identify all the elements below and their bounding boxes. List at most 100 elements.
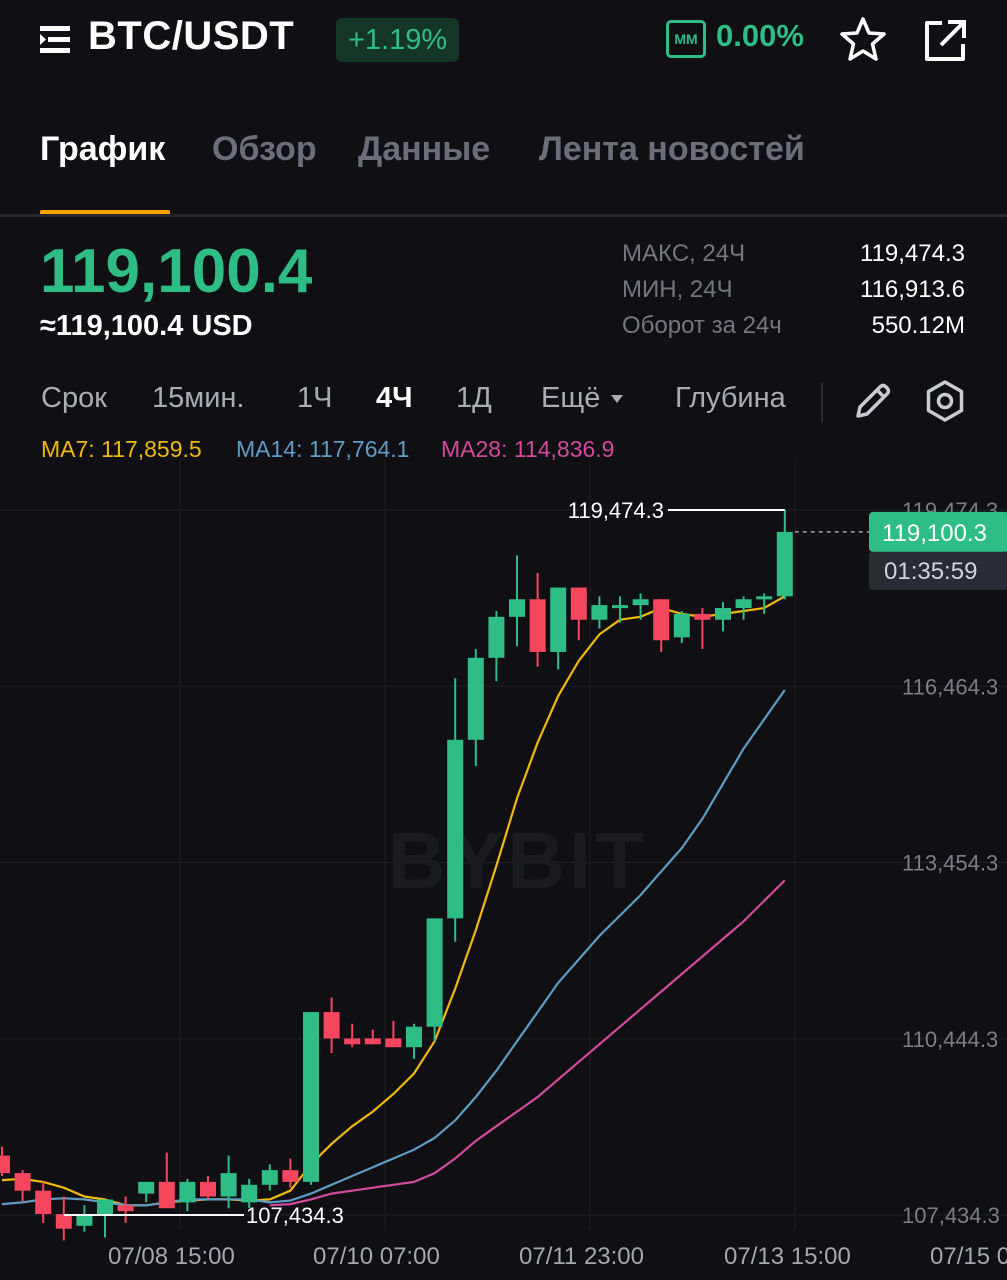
- candlestick-chart[interactable]: BYBIT 119,474.3107,434.3 119,474.3116,46…: [0, 460, 1007, 1280]
- low-annotation: 107,434.3: [246, 1203, 344, 1228]
- candle-body: [200, 1181, 216, 1197]
- candle-body: [117, 1205, 134, 1212]
- candle-body: [488, 616, 505, 658]
- y-tick-label: 116,464.3: [902, 674, 998, 699]
- ma7-legend: MA7: 117,859.5: [41, 436, 202, 462]
- candle-body: [509, 599, 525, 617]
- candle: [653, 599, 670, 652]
- candle-body: [467, 657, 484, 740]
- candle-body: [550, 587, 567, 652]
- candle-body: [715, 608, 731, 620]
- candle: [715, 602, 731, 632]
- candle: [776, 510, 793, 600]
- interval-more-label: Ещё: [541, 382, 601, 414]
- high-annotation: 119,474.3: [568, 498, 664, 523]
- x-tick-label: 07/11 23:00: [519, 1243, 644, 1270]
- candle-body: [261, 1170, 278, 1185]
- mm-badge: MM: [666, 20, 706, 58]
- candle: [735, 596, 752, 620]
- watermark: BYBIT: [388, 816, 648, 905]
- pair-title[interactable]: BTC/USDT: [88, 14, 294, 59]
- interval-depth[interactable]: Глубина: [675, 382, 786, 415]
- candle-body: [97, 1199, 113, 1215]
- candle: [0, 1146, 10, 1177]
- candle: [673, 610, 690, 644]
- last-price: 119,100.4: [40, 237, 313, 306]
- candle-body: [35, 1190, 52, 1215]
- candle-body: [158, 1181, 175, 1209]
- candle-body: [385, 1038, 402, 1048]
- tab-data[interactable]: Данные: [358, 130, 490, 169]
- candle: [158, 1152, 175, 1209]
- candle-body: [776, 531, 793, 597]
- candle: [261, 1164, 278, 1191]
- share-icon[interactable]: [922, 18, 968, 64]
- candle-body: [14, 1173, 31, 1191]
- candle: [76, 1205, 93, 1232]
- y-tick-label: 107,434.3: [902, 1203, 1000, 1228]
- candle: [632, 593, 649, 620]
- change-badge: +1.19%: [336, 18, 460, 62]
- interval-1h[interactable]: 1Ч: [297, 382, 332, 415]
- tabs-divider: [0, 214, 1007, 217]
- mm-value: 0.00%: [716, 18, 804, 53]
- y-axis: 119,474.3116,464.3113,454.3110,444.3107,…: [902, 498, 1000, 1228]
- menu-icon[interactable]: [40, 24, 78, 56]
- stat-turnover-label: Оборот за 24ч: [622, 312, 782, 339]
- candle: [138, 1181, 155, 1203]
- tab-overview[interactable]: Обзор: [212, 130, 317, 169]
- countdown-label: 01:35:59: [884, 558, 977, 585]
- candle-body: [303, 1012, 319, 1182]
- interval-more[interactable]: Ещё: [541, 382, 624, 415]
- stat-low-label: МИН, 24Ч: [622, 276, 733, 303]
- stat-high-label: МАКС, 24Ч: [622, 240, 746, 267]
- ma28-legend: MA28: 114,836.9: [441, 436, 615, 462]
- candle: [344, 1023, 361, 1048]
- candle-body: [426, 918, 443, 1027]
- interval-term[interactable]: Срок: [41, 382, 107, 415]
- interval-4h[interactable]: 4Ч: [376, 382, 413, 415]
- star-icon[interactable]: [838, 16, 888, 64]
- candle: [406, 1023, 422, 1059]
- y-tick-label: 110,444.3: [902, 1027, 998, 1052]
- candle: [55, 1196, 72, 1241]
- candle: [14, 1170, 31, 1203]
- tab-chart[interactable]: График: [40, 130, 165, 169]
- x-tick-label: 07/13 15:00: [724, 1243, 851, 1270]
- candle-body: [756, 596, 773, 600]
- last-price-label: 119,100.3: [882, 520, 987, 547]
- interval-1d[interactable]: 1Д: [456, 382, 492, 415]
- ma14-legend: MA14: 117,764.1: [236, 436, 410, 462]
- price-usd: ≈119,100.4 USD: [40, 310, 253, 342]
- last-price-tag: 119,100.3 01:35:59: [794, 511, 1007, 590]
- candle-body: [364, 1038, 381, 1045]
- candle-body: [447, 739, 464, 919]
- candle-body: [0, 1155, 10, 1174]
- candle-body: [653, 599, 670, 641]
- candle: [117, 1196, 134, 1223]
- x-tick-label: 07/15 0: [930, 1243, 1007, 1270]
- pencil-icon[interactable]: [852, 380, 894, 422]
- interval-separator: [821, 383, 823, 423]
- candle-body: [138, 1181, 155, 1194]
- candle: [364, 1029, 381, 1045]
- candle: [447, 678, 464, 942]
- stat-turnover-value: 550.12M: [871, 312, 965, 339]
- candle-body: [735, 599, 752, 609]
- stat-low-value: 116,913.6: [860, 276, 965, 303]
- candle-body: [344, 1038, 361, 1045]
- interval-15m[interactable]: 15мин.: [152, 382, 244, 415]
- candle-body: [282, 1170, 299, 1182]
- settings-icon[interactable]: [922, 378, 968, 424]
- candle-body: [694, 613, 711, 620]
- candle: [200, 1176, 216, 1200]
- tab-news-feed[interactable]: Лента новостей: [539, 130, 805, 169]
- candle: [97, 1199, 113, 1238]
- candle: [550, 587, 567, 670]
- candle: [591, 596, 608, 629]
- candle: [35, 1181, 52, 1223]
- candle-body: [632, 599, 649, 606]
- candle: [509, 555, 525, 647]
- y-tick-label: 113,454.3: [902, 851, 998, 876]
- stat-high-value: 119,474.3: [860, 240, 965, 267]
